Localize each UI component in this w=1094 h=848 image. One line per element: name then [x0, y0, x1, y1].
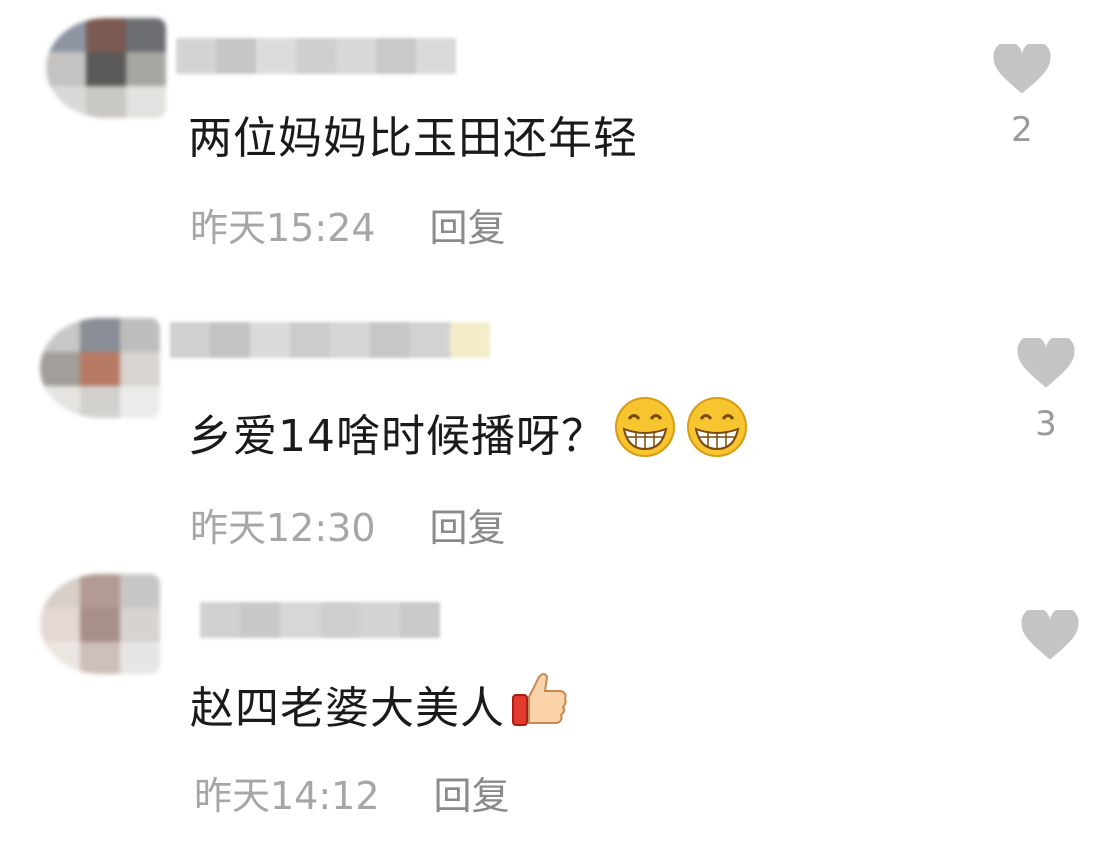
avatar-tile — [46, 52, 86, 86]
thumbs-up-emoji — [511, 669, 569, 740]
avatar-tile — [40, 608, 80, 642]
avatar-tile — [120, 574, 160, 608]
username-tile — [250, 322, 290, 358]
comment-text-content: 赵四老婆大美人 — [190, 683, 505, 734]
grin-emoji — [612, 396, 678, 468]
username-tile — [170, 322, 210, 358]
username-tile — [370, 322, 410, 358]
username-tile — [450, 322, 490, 358]
comment-text-content: 两位妈妈比玉田还年轻 — [188, 113, 638, 164]
reply-button[interactable]: 回复 — [430, 497, 506, 552]
like-count: 3 — [1035, 404, 1057, 444]
avatar-tile — [46, 18, 86, 52]
comment-text: 两位妈妈比玉田还年轻 — [188, 104, 638, 164]
avatar-tile — [40, 352, 80, 386]
avatar-tile — [86, 86, 126, 118]
comment-text: 赵四老婆大美人 — [190, 672, 569, 736]
avatar-tile — [40, 318, 80, 352]
username-tile — [376, 38, 416, 74]
avatar-tile — [126, 52, 166, 86]
username-tile — [210, 322, 250, 358]
avatar-tile — [120, 318, 160, 352]
comment-item: 乡爱14啥时候播呀？ 昨天12:30 回复 3 — [0, 280, 1094, 570]
avatar[interactable] — [40, 574, 160, 674]
reply-button[interactable]: 回复 — [430, 197, 506, 252]
avatar-tile — [126, 18, 166, 52]
comment-time: 昨天12:30 — [190, 505, 376, 550]
avatar-tile — [86, 18, 126, 52]
comment-meta: 昨天14:12 回复 — [194, 764, 510, 820]
avatar-tile — [80, 352, 120, 386]
username-tile — [336, 38, 376, 74]
avatar-tile — [80, 386, 120, 418]
username-tile — [256, 38, 296, 74]
avatar-tile — [126, 86, 166, 118]
avatar[interactable] — [40, 318, 160, 418]
comment-item: 赵四老婆大美人 昨天14:12 回复 — [0, 570, 1094, 848]
like-count: 2 — [1011, 110, 1033, 150]
avatar-tile — [120, 642, 160, 674]
comment-meta: 昨天12:30 回复 — [190, 496, 506, 552]
username[interactable] — [176, 38, 456, 74]
avatar-tile — [40, 386, 80, 418]
avatar-tile — [120, 386, 160, 418]
username-tile — [416, 38, 456, 74]
comment-time: 昨天15:24 — [190, 205, 376, 250]
reply-button[interactable]: 回复 — [434, 765, 510, 820]
username-tile — [200, 602, 240, 638]
heart-icon — [993, 44, 1051, 94]
avatar-tile — [80, 574, 120, 608]
username-tile — [296, 38, 336, 74]
heart-icon — [1017, 338, 1075, 388]
avatar-tile — [86, 52, 126, 86]
username[interactable] — [200, 602, 440, 638]
comment-time: 昨天14:12 — [194, 773, 380, 818]
username-tile — [360, 602, 400, 638]
username-tile — [410, 322, 450, 358]
avatar-tile — [46, 86, 86, 118]
username-tile — [280, 602, 320, 638]
avatar-tile — [40, 642, 80, 674]
avatar-tile — [80, 642, 120, 674]
like-button[interactable] — [1020, 610, 1080, 676]
username-tile — [240, 602, 280, 638]
comment-item: 两位妈妈比玉田还年轻 昨天15:24 回复 2 — [0, 0, 1094, 280]
username-tile — [400, 602, 440, 638]
comment-meta: 昨天15:24 回复 — [190, 196, 506, 252]
comment-text-content: 乡爱14啥时候播呀？ — [188, 411, 606, 462]
username[interactable] — [170, 322, 490, 358]
like-button[interactable]: 2 — [992, 44, 1052, 150]
grin-emoji — [684, 396, 750, 468]
avatar-tile — [80, 318, 120, 352]
username-tile — [290, 322, 330, 358]
username-tile — [320, 602, 360, 638]
avatar[interactable] — [46, 18, 166, 118]
heart-icon — [1021, 610, 1079, 660]
username-tile — [176, 38, 216, 74]
avatar-tile — [120, 608, 160, 642]
username-tile — [216, 38, 256, 74]
avatar-tile — [120, 352, 160, 386]
like-button[interactable]: 3 — [1016, 338, 1076, 444]
comment-text: 乡爱14啥时候播呀？ — [188, 396, 750, 464]
avatar-tile — [40, 574, 80, 608]
avatar-tile — [80, 608, 120, 642]
username-tile — [330, 322, 370, 358]
